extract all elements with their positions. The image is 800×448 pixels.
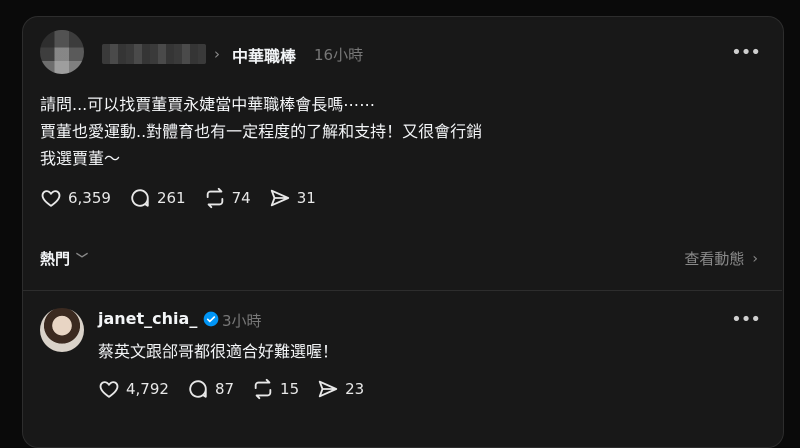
author-avatar-blurred[interactable]: [40, 30, 84, 74]
reply-body: 蔡英文跟郃哥都很適合好難選喔！: [98, 342, 339, 361]
comment-button[interactable]: 87: [187, 378, 234, 400]
comment-count: 87: [214, 380, 235, 398]
post-line: 賈董也愛運動..對體育也有一定程度的了解和支持！又很會行銷: [40, 122, 483, 141]
view-activity-link[interactable]: 查看動態 ›: [684, 248, 758, 269]
more-options-icon[interactable]: •••: [731, 309, 761, 330]
chevron-down-icon: ﹀: [76, 252, 89, 266]
reply-username: janet_chia_: [98, 309, 198, 328]
view-activity-label: 查看動態: [684, 250, 745, 268]
heart-icon: [99, 381, 119, 398]
comment-count: 261: [156, 189, 186, 207]
divider: [22, 290, 782, 291]
send-icon: [270, 189, 289, 207]
reply-author[interactable]: janet_chia_: [98, 309, 219, 328]
verified-badge-icon: [203, 311, 219, 326]
post-timestamp: 16小時: [314, 46, 364, 64]
repost-button[interactable]: 15: [252, 378, 299, 400]
comment-icon: [189, 380, 207, 398]
chevron-right-icon: ›: [214, 45, 220, 63]
share-count: 23: [345, 380, 365, 398]
chevron-right-icon: ›: [752, 250, 758, 267]
repost-icon: [254, 378, 272, 400]
repost-button[interactable]: 74: [204, 187, 251, 209]
like-count: 6,359: [68, 189, 111, 207]
comment-icon: [131, 189, 149, 207]
author-name-blurred[interactable]: [102, 44, 206, 64]
community-name[interactable]: 中華職棒: [232, 43, 296, 67]
heart-icon: [41, 190, 61, 207]
post-line: 我選賈董～: [40, 149, 121, 168]
sort-dropdown[interactable]: 熱門 ﹀: [40, 248, 88, 269]
like-count: 4,792: [126, 380, 169, 398]
like-button[interactable]: 6,359: [40, 187, 111, 209]
share-button[interactable]: 23: [317, 378, 364, 400]
repost-icon: [206, 187, 223, 209]
more-options-icon[interactable]: •••: [731, 42, 761, 63]
repost-count: 15: [280, 380, 300, 398]
reply-actions: 4,792 87 15 23: [98, 378, 382, 400]
sort-label: 熱門: [40, 250, 71, 268]
reply-avatar[interactable]: [40, 308, 84, 352]
post-line: 請問...可以找賈董賈永婕當中華職棒會長嗎⋯⋯: [40, 95, 376, 114]
post-actions: 6,359 261 74 31: [40, 187, 334, 209]
share-count: 31: [296, 189, 316, 207]
share-button[interactable]: 31: [269, 187, 316, 209]
reply-timestamp: 3小時: [222, 312, 262, 330]
repost-count: 74: [231, 189, 251, 207]
comment-button[interactable]: 261: [129, 187, 186, 209]
send-icon: [318, 380, 338, 398]
post-body: 請問...可以找賈董賈永婕當中華職棒會長嗎⋯⋯ 賈董也愛運動..對體育也有一定程…: [40, 91, 740, 172]
like-button[interactable]: 4,792: [98, 378, 169, 400]
